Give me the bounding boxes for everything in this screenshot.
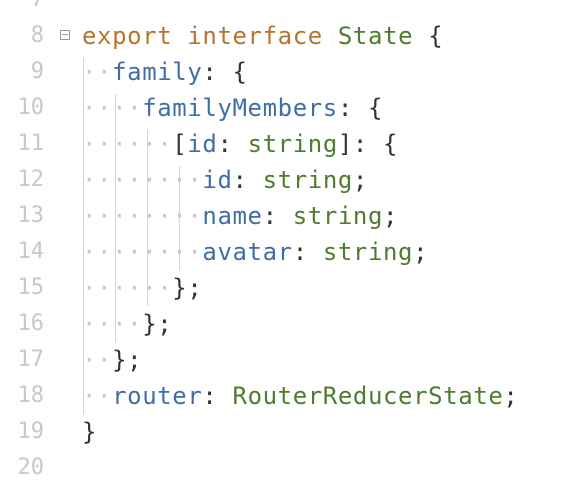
- code-line-20[interactable]: 20: [0, 450, 572, 486]
- code-text: ········name: string;: [82, 202, 399, 230]
- code-text: ····familyMembers: {: [82, 94, 383, 122]
- property-name: family: [112, 58, 203, 86]
- code-editor[interactable]: 7 8 export interface State { 9 ··family:…: [0, 0, 572, 480]
- code-line-12[interactable]: 12 ········id: string;: [0, 162, 572, 198]
- line-number: 18: [17, 383, 45, 408]
- property-name: id: [187, 130, 218, 158]
- code-line-9[interactable]: 9 ··family: {: [0, 54, 572, 90]
- line-number: 7: [0, 0, 44, 18]
- code-text: ··family: {: [82, 58, 248, 86]
- code-line-18[interactable]: 18 ··router: RouterReducerState;: [0, 378, 572, 414]
- code-text: ········id: string;: [82, 166, 368, 194]
- line-number: 19: [17, 419, 45, 444]
- keyword-interface: interface: [187, 22, 323, 50]
- code-line-16[interactable]: 16 ····};: [0, 306, 572, 342]
- type-name: string: [247, 130, 338, 158]
- type-name: string: [322, 238, 414, 266]
- type-name: string: [292, 202, 384, 230]
- property-name: router: [112, 382, 203, 410]
- code-text: export interface State {: [82, 22, 444, 50]
- code-line-15[interactable]: 15 ······};: [0, 270, 572, 306]
- code-line-10[interactable]: 10 ····familyMembers: {: [0, 90, 572, 126]
- property-name: name: [202, 202, 263, 230]
- code-line-13[interactable]: 13 ········name: string;: [0, 198, 572, 234]
- line-number: 16: [17, 311, 45, 336]
- line-number: 12: [17, 167, 45, 192]
- code-line-17[interactable]: 17 ··};: [0, 342, 572, 378]
- type-name: string: [262, 166, 353, 194]
- code-line-11[interactable]: 11 ······[id: string]: {: [0, 126, 572, 162]
- type-name: State: [337, 22, 414, 50]
- line-number: 14: [17, 239, 45, 264]
- line-number: 11: [17, 131, 45, 156]
- code-text: ··router: RouterReducerState;: [82, 382, 519, 410]
- property-name: familyMembers: [142, 94, 338, 122]
- code-text: ······[id: string]: {: [82, 130, 399, 158]
- fold-collapse-icon[interactable]: [60, 30, 70, 40]
- line-number: 8: [30, 23, 44, 48]
- code-line-14[interactable]: 14 ········avatar: string;: [0, 234, 572, 270]
- line-number: 15: [17, 275, 45, 300]
- code-line-7[interactable]: 7: [0, 0, 572, 18]
- code-line-19[interactable]: 19 }: [0, 414, 572, 450]
- code-line-8[interactable]: 8 export interface State {: [0, 18, 572, 54]
- line-number: 9: [30, 59, 44, 84]
- type-name: RouterReducerState: [232, 382, 504, 410]
- line-number: 10: [17, 95, 45, 120]
- line-number: 17: [17, 347, 45, 372]
- code-text: ······};: [82, 274, 203, 302]
- code-text: }: [82, 418, 98, 446]
- code-text: ····};: [82, 310, 173, 338]
- code-text: ········avatar: string;: [82, 238, 429, 266]
- code-text: ··};: [82, 346, 143, 374]
- line-number: 13: [17, 203, 45, 228]
- property-name: id: [202, 166, 233, 194]
- property-name: avatar: [202, 238, 293, 266]
- keyword-export: export: [82, 22, 173, 50]
- line-number: 20: [17, 455, 45, 480]
